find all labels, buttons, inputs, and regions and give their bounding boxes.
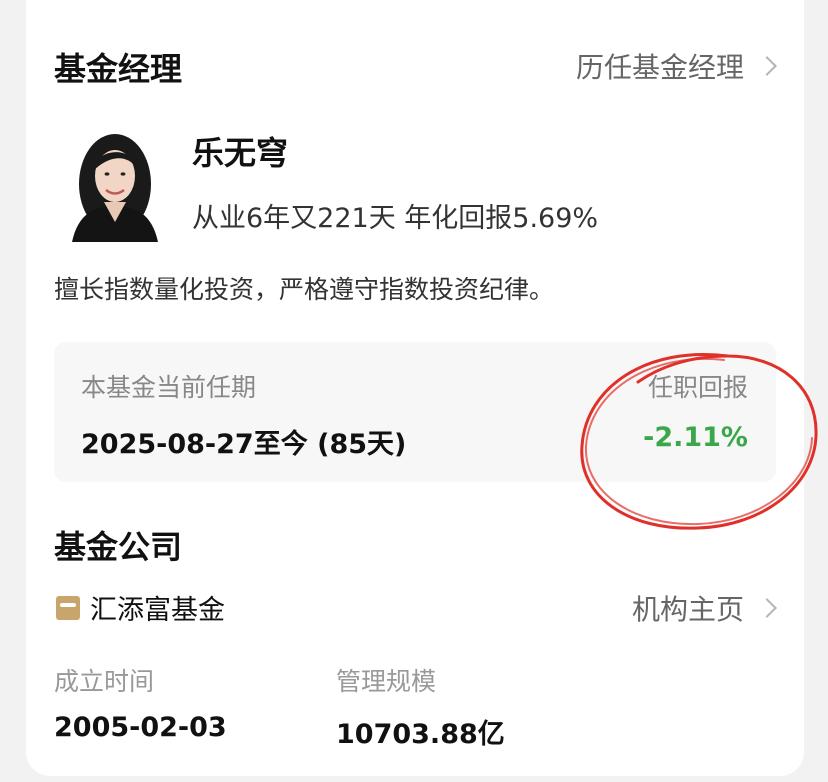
tenure-return-label: 任职回报 [647,373,748,402]
manager-description: 擅长指数量化投资，严格遵守指数投资纪律。 [54,275,555,304]
tenure-return-value: -2.11% [643,422,748,453]
manager-name[interactable]: 乐无穹 [192,128,288,174]
company-homepage-link[interactable]: 机构主页 [631,588,777,628]
tenure-value: 2025-08-27至今 (85天) [81,429,407,460]
manager-avatar[interactable] [72,126,158,242]
company-homepage-label: 机构主页 [631,593,744,626]
company-section-title: 基金公司 [54,528,183,566]
history-managers-label: 历任基金经理 [575,51,744,84]
manager-section-title: 基金经理 [54,50,183,88]
history-managers-link[interactable]: 历任基金经理 [575,46,777,86]
company-name: 汇添富基金 [90,595,225,626]
manager-experience: 从业6年又221天 年化回报5.69% [192,203,599,234]
tenure-panel: 本基金当前任期 2025-08-27至今 (85天) 任职回报 -2.11% [54,342,776,482]
tenure-label: 本基金当前任期 [81,373,257,402]
aum-label: 管理规模 [336,667,437,696]
founded-label: 成立时间 [54,667,155,696]
chevron-right-icon [757,56,777,76]
manager-section-header: 基金经理 [54,44,182,90]
company-section-header: 基金公司 [54,522,182,568]
aum-value: 10703.88亿 [336,719,505,750]
company-logo-icon [56,595,80,620]
company-row[interactable]: 汇添富基金 [56,588,225,627]
founded-value: 2005-02-03 [54,712,227,743]
chevron-right-icon [757,598,777,618]
